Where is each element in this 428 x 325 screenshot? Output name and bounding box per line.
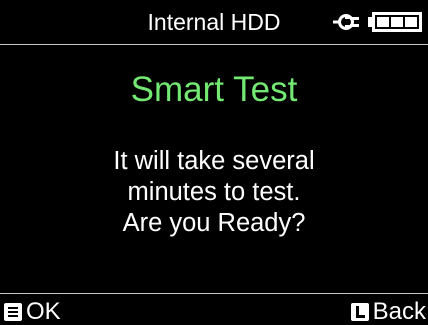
dialog-title: Smart Test: [130, 70, 298, 109]
power-plug-icon: [333, 13, 359, 31]
ok-label: OK: [26, 298, 61, 325]
battery-full-icon: [368, 12, 422, 32]
message-line: minutes to test.: [127, 178, 301, 206]
menu-key-icon: [4, 303, 22, 321]
message-line: It will take several: [113, 147, 315, 175]
l-key-icon: [350, 303, 369, 321]
dialog-message: It will take several minutes to test. Ar…: [0, 146, 428, 239]
ok-softkey[interactable]: OK: [4, 300, 61, 324]
back-softkey[interactable]: Back: [350, 298, 426, 325]
message-line: Are you Ready?: [122, 209, 306, 237]
screen-title: Internal HDD: [147, 9, 281, 35]
back-label: Back: [372, 298, 426, 325]
status-bar: Internal HDD: [0, 0, 428, 45]
device-screen: Internal HDD Smart Test It will take sev…: [0, 0, 428, 324]
footer-divider: [0, 293, 428, 294]
